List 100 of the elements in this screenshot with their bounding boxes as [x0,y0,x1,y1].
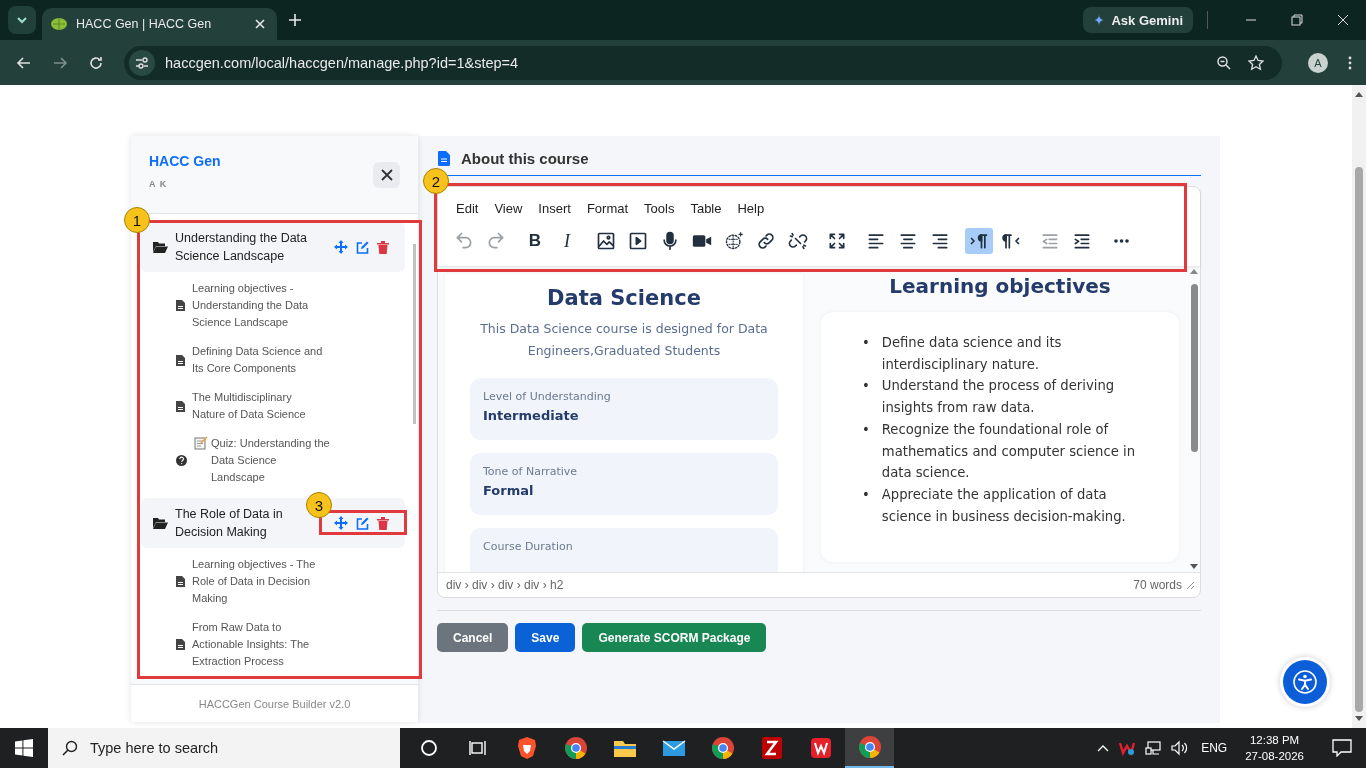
reload-icon[interactable] [88,54,104,71]
scroll-up-icon[interactable] [1190,268,1198,274]
notification-icon[interactable] [1332,739,1352,757]
lesson-item[interactable]: Learning objectives - The Role of Data in Decision Making [131,556,411,607]
move-icon[interactable] [334,240,348,254]
network-icon[interactable] [1145,740,1162,756]
cancel-button[interactable]: Cancel [437,623,509,652]
fullscreen-icon [827,231,847,251]
menu-icon[interactable] [1348,55,1352,70]
profile-avatar[interactable]: A [1308,52,1328,73]
volume-icon[interactable] [1171,740,1190,756]
new-tab-icon[interactable] [289,14,301,26]
version-label: HACCGen Course Builder v2.0 [198,697,351,710]
scrollbar[interactable] [1352,85,1366,728]
author-initials: A K [149,179,169,189]
trash-icon[interactable] [377,516,389,530]
menu-item[interactable]: Help [737,201,765,216]
media-icon [628,231,648,251]
align-right-icon [930,231,950,251]
objective-item: Define data science and its interdisciplinary nature. [881,334,1063,374]
menu-item[interactable]: Insert [538,201,571,216]
scroll-down-icon[interactable] [1355,716,1363,722]
save-button[interactable]: Save [515,623,576,652]
search-icon [62,740,78,756]
menu-item[interactable]: Format [586,201,629,216]
edit-icon[interactable] [356,240,369,254]
close-icon[interactable] [1337,14,1349,26]
zoom-icon[interactable] [1216,54,1232,71]
info-value: Intermediate [483,408,580,423]
lesson-title: Learning objectives - The Role of Data in Decision Making [192,557,317,606]
edit-icon[interactable] [356,516,369,530]
rtl-icon [1001,231,1021,251]
scroll-down-icon[interactable] [1190,564,1198,570]
tab-title: HACC Gen | HACC Gen [76,17,213,31]
element-path: div › div › div › div › h2 [446,578,564,592]
memo-icon [194,436,208,450]
folder-icon [153,517,168,529]
restore-icon[interactable] [1291,14,1303,26]
move-icon[interactable] [334,516,348,530]
indent-icon [1072,231,1092,251]
menu-item[interactable]: Edit [456,201,479,216]
language-indicator[interactable]: ENG [1201,741,1228,755]
word-count: 70 words [1133,578,1182,592]
document-icon [438,151,450,166]
ltr-icon [969,231,989,251]
lesson-item[interactable]: From Raw Data to Actionable Insights: The Extraction Process [131,619,411,670]
bookmark-star-icon[interactable] [1248,54,1264,71]
trash-icon[interactable] [377,240,389,254]
italic-tool-button[interactable]: I [553,228,581,254]
link-icon [756,231,776,251]
outdent-icon [1040,231,1060,251]
align-center-icon [898,231,918,251]
taskbar-search-field[interactable]: Type here to search [48,728,400,768]
close-button[interactable] [373,162,400,188]
browser-icon[interactable] [845,728,894,768]
unlink-icon [788,231,808,251]
browser-tab[interactable]: HACC Gen | HACC Gen [42,8,277,40]
lesson-item[interactable]: Defining Data Science and Its Core Components [131,343,411,377]
bold-tool-button[interactable]: B [521,228,549,254]
close-icon[interactable] [255,19,265,29]
bullet: • [862,377,870,396]
redo-icon [486,231,506,251]
info-label: Course Duration [483,540,574,553]
step-badge: 2 [423,168,449,194]
bullet: • [862,420,870,439]
clock-time[interactable]: 12:38 PM [1249,732,1300,748]
file-icon [176,354,185,366]
lesson-item[interactable]: Learning objectives - Understanding the Data Science Landscape [131,280,411,331]
clock-date[interactable]: 27-08-2026 [1245,748,1304,764]
menu-item[interactable]: View [494,201,523,216]
image-icon [596,231,616,251]
accessibility-button[interactable] [1283,660,1327,704]
ask-gemini-button[interactable]: Ask Gemini [1083,7,1193,33]
lesson-item[interactable]: Quiz: Understanding the Data Science Landscape [131,435,411,486]
objective-item: Appreciate the application of data science in business decision-making. [881,485,1127,526]
tab-list-button[interactable] [8,6,36,34]
objective-item: Recognize the foundational role of mathematics and computer science in data science. [881,420,1137,483]
chevron-down-icon [16,14,28,26]
sidebar-title: HACC Gen [149,153,222,169]
resize-handle-icon[interactable] [1186,581,1194,589]
ltr-tool-button[interactable] [965,228,993,254]
rich-text-editor[interactable] [437,186,1201,598]
tile-icon[interactable] [1119,740,1136,756]
info-value: Formal [483,483,535,498]
scroll-up-icon[interactable] [1355,91,1363,97]
address-field[interactable]: haccgen.com/local/haccgen/manage.php?id=1&step=4 [124,45,1282,80]
module-row[interactable]: Understanding the Data Science Landscape [141,222,405,272]
back-icon[interactable] [16,54,32,71]
menu-item[interactable]: Tools [644,201,675,216]
question-icon [176,455,187,466]
lesson-title: The Multidisciplinary Nature of Data Science [192,390,307,422]
module-title: Understanding the Data Science Landscape [175,230,309,265]
file-icon [176,576,185,587]
menu-item[interactable]: Table [690,201,722,216]
lesson-item[interactable]: The Multidisciplinary Nature of Data Science [131,389,411,423]
align-left-icon [866,231,886,251]
site-settings-icon[interactable] [129,49,155,76]
chevron-up-icon[interactable] [1097,744,1110,752]
file-icon [176,400,185,412]
generate-button[interactable]: Generate SCORM Package [582,623,767,652]
